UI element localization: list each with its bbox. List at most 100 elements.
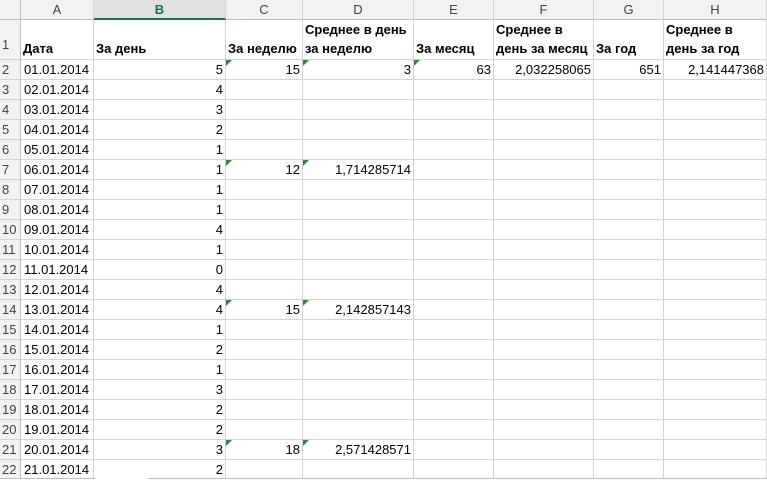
cell-h2[interactable]: 2,141447368: [664, 60, 767, 80]
cell-h11[interactable]: [664, 240, 767, 260]
cell-b11[interactable]: 1: [94, 240, 226, 260]
cell-b18[interactable]: 3: [94, 380, 226, 400]
cell-h12[interactable]: [664, 260, 767, 280]
cell-d3[interactable]: [303, 80, 414, 100]
cell-b9[interactable]: 1: [94, 200, 226, 220]
cell-e17[interactable]: [414, 360, 494, 380]
row-header-7[interactable]: 7: [0, 160, 21, 180]
cell-f19[interactable]: [494, 400, 594, 420]
cell-d22[interactable]: [303, 460, 414, 480]
header-cell-h[interactable]: Среднее в день за год: [664, 20, 767, 60]
cell-a2[interactable]: 01.01.2014: [21, 60, 94, 80]
cell-f6[interactable]: [494, 140, 594, 160]
cell-e3[interactable]: [414, 80, 494, 100]
row-header-17[interactable]: 17: [0, 360, 21, 380]
cell-c18[interactable]: [226, 380, 303, 400]
row-header-4[interactable]: 4: [0, 100, 21, 120]
cell-b17[interactable]: 1: [94, 360, 226, 380]
column-header-d[interactable]: D: [303, 0, 414, 20]
cell-f13[interactable]: [494, 280, 594, 300]
cell-a3[interactable]: 02.01.2014: [21, 80, 94, 100]
cell-f15[interactable]: [494, 320, 594, 340]
cell-f9[interactable]: [494, 200, 594, 220]
cell-d7[interactable]: 1,714285714: [303, 160, 414, 180]
cell-h6[interactable]: [664, 140, 767, 160]
cell-a10[interactable]: 09.01.2014: [21, 220, 94, 240]
cell-c21[interactable]: 18: [226, 440, 303, 460]
row-header-1[interactable]: 1: [0, 20, 21, 60]
column-header-f[interactable]: F: [494, 0, 594, 20]
cell-g17[interactable]: [594, 360, 664, 380]
cell-g2[interactable]: 651: [594, 60, 664, 80]
cell-h14[interactable]: [664, 300, 767, 320]
cell-h20[interactable]: [664, 420, 767, 440]
cell-a20[interactable]: 19.01.2014: [21, 420, 94, 440]
cell-a12[interactable]: 11.01.2014: [21, 260, 94, 280]
row-header-5[interactable]: 5: [0, 120, 21, 140]
select-all-corner[interactable]: [0, 0, 21, 20]
row-header-16[interactable]: 16: [0, 340, 21, 360]
cell-f10[interactable]: [494, 220, 594, 240]
cell-e8[interactable]: [414, 180, 494, 200]
cell-b16[interactable]: 2: [94, 340, 226, 360]
cell-a18[interactable]: 17.01.2014: [21, 380, 94, 400]
cell-h15[interactable]: [664, 320, 767, 340]
horizontal-scrollbar-area[interactable]: [0, 478, 767, 482]
cell-g14[interactable]: [594, 300, 664, 320]
cell-b2[interactable]: 5: [94, 60, 226, 80]
column-header-e[interactable]: E: [414, 0, 494, 20]
cell-h4[interactable]: [664, 100, 767, 120]
cell-a16[interactable]: 15.01.2014: [21, 340, 94, 360]
cell-e4[interactable]: [414, 100, 494, 120]
cell-b5[interactable]: 2: [94, 120, 226, 140]
cell-a9[interactable]: 08.01.2014: [21, 200, 94, 220]
cell-e9[interactable]: [414, 200, 494, 220]
cell-a14[interactable]: 13.01.2014: [21, 300, 94, 320]
cell-a5[interactable]: 04.01.2014: [21, 120, 94, 140]
cell-b15[interactable]: 1: [94, 320, 226, 340]
cell-g19[interactable]: [594, 400, 664, 420]
cell-h5[interactable]: [664, 120, 767, 140]
cell-c4[interactable]: [226, 100, 303, 120]
cell-a6[interactable]: 05.01.2014: [21, 140, 94, 160]
cell-f20[interactable]: [494, 420, 594, 440]
cell-c22[interactable]: [226, 460, 303, 480]
cell-f3[interactable]: [494, 80, 594, 100]
row-header-10[interactable]: 10: [0, 220, 21, 240]
cell-f22[interactable]: [494, 460, 594, 480]
cell-g9[interactable]: [594, 200, 664, 220]
cell-e21[interactable]: [414, 440, 494, 460]
cell-e11[interactable]: [414, 240, 494, 260]
cell-c3[interactable]: [226, 80, 303, 100]
row-header-8[interactable]: 8: [0, 180, 21, 200]
cell-d2[interactable]: 3: [303, 60, 414, 80]
cell-g3[interactable]: [594, 80, 664, 100]
cell-c9[interactable]: [226, 200, 303, 220]
cell-d12[interactable]: [303, 260, 414, 280]
row-header-15[interactable]: 15: [0, 320, 21, 340]
header-cell-e[interactable]: За месяц: [414, 20, 494, 60]
cell-d6[interactable]: [303, 140, 414, 160]
cell-f21[interactable]: [494, 440, 594, 460]
cell-a4[interactable]: 03.01.2014: [21, 100, 94, 120]
column-header-b[interactable]: B: [94, 0, 226, 20]
cell-a15[interactable]: 14.01.2014: [21, 320, 94, 340]
cell-c8[interactable]: [226, 180, 303, 200]
cell-b14[interactable]: 4: [94, 300, 226, 320]
cell-e12[interactable]: [414, 260, 494, 280]
cell-c19[interactable]: [226, 400, 303, 420]
cell-f16[interactable]: [494, 340, 594, 360]
cell-g20[interactable]: [594, 420, 664, 440]
cell-b21[interactable]: 3: [94, 440, 226, 460]
cell-a7[interactable]: 06.01.2014: [21, 160, 94, 180]
cell-g6[interactable]: [594, 140, 664, 160]
cell-h17[interactable]: [664, 360, 767, 380]
header-cell-b[interactable]: За день: [94, 20, 226, 60]
cell-a22[interactable]: 21.01.2014: [21, 460, 94, 480]
cell-f2[interactable]: 2,032258065: [494, 60, 594, 80]
header-cell-g[interactable]: За год: [594, 20, 664, 60]
cell-b12[interactable]: 0: [94, 260, 226, 280]
row-header-18[interactable]: 18: [0, 380, 21, 400]
spreadsheet-grid[interactable]: A B C D E F G H 1 Дата За день За неделю Среднее в д…: [0, 0, 767, 482]
cell-b7[interactable]: 1: [94, 160, 226, 180]
